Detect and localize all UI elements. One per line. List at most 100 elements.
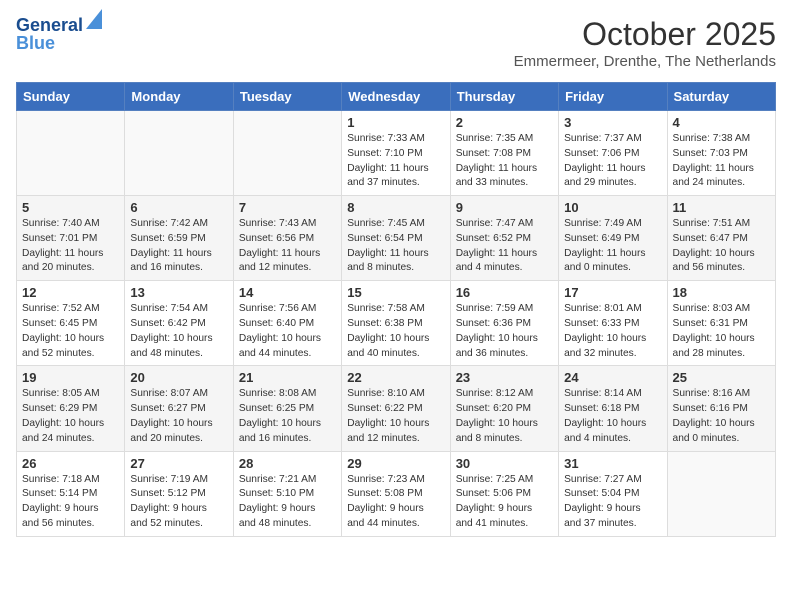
table-row: 7 Sunrise: 7:43 AM Sunset: 6:56 PM Daylig… — [233, 196, 341, 281]
calendar-title-block: October 2025 Emmermeer, Drenthe, The Net… — [514, 16, 776, 70]
day-info: Sunrise: 7:45 AM Sunset: 6:54 PM Dayligh… — [347, 217, 444, 276]
day-number: 9 — [456, 200, 553, 215]
day-info: Sunrise: 8:16 AM Sunset: 6:16 PM Dayligh… — [673, 387, 770, 446]
day-info: Sunrise: 8:05 AM Sunset: 6:29 PM Dayligh… — [22, 387, 119, 446]
day-info: Sunrise: 7:25 AM Sunset: 5:06 PM Dayligh… — [456, 473, 553, 532]
day-number: 11 — [673, 200, 770, 215]
table-row: 18Sunrise: 8:03 AM Sunset: 6:31 PM Dayli… — [667, 281, 775, 366]
table-row: 22 Sunrise: 8:10 AM Sunset: 6:22 PM Dayli… — [342, 366, 450, 451]
header-wednesday: Wednesday — [342, 83, 450, 111]
calendar-week-row: 26Sunrise: 7:18 AM Sunset: 5:14 PM Dayli… — [17, 451, 776, 536]
day-number: 15 — [347, 285, 444, 300]
table-row: 28 Sunrise: 7:21 AM Sunset: 5:10 PM Dayli… — [233, 451, 341, 536]
table-row: 31 Sunrise: 7:27 AM Sunset: 5:04 PM Dayli… — [559, 451, 667, 536]
day-info: Sunrise: 7:54 AM Sunset: 6:42 PM Dayligh… — [130, 302, 227, 361]
calendar-week-row: 19 Sunrise: 8:05 AM Sunset: 6:29 PM Dayli… — [17, 366, 776, 451]
header-monday: Monday — [125, 83, 233, 111]
table-row: 16 Sunrise: 7:59 AM Sunset: 6:36 PM Dayli… — [450, 281, 558, 366]
day-number: 8 — [347, 200, 444, 215]
day-number: 16 — [456, 285, 553, 300]
day-info: Sunrise: 7:43 AM Sunset: 6:56 PM Dayligh… — [239, 217, 336, 276]
calendar-week-row: 12 Sunrise: 7:52 AM Sunset: 6:45 PM Dayli… — [17, 281, 776, 366]
day-number: 20 — [130, 370, 227, 385]
day-number: 7 — [239, 200, 336, 215]
day-number: 2 — [456, 115, 553, 130]
calendar-header-row: Sunday Monday Tuesday Wednesday Thursday… — [17, 83, 776, 111]
day-info: Sunrise: 8:01 AM Sunset: 6:33 PM Dayligh… — [564, 302, 661, 361]
table-row: 6Sunrise: 7:42 AM Sunset: 6:59 PM Daylig… — [125, 196, 233, 281]
day-number: 22 — [347, 370, 444, 385]
day-number: 23 — [456, 370, 553, 385]
day-info: Sunrise: 7:35 AM Sunset: 7:08 PM Dayligh… — [456, 132, 553, 191]
day-info: Sunrise: 7:47 AM Sunset: 6:52 PM Dayligh… — [456, 217, 553, 276]
day-number: 3 — [564, 115, 661, 130]
table-row: 23 Sunrise: 8:12 AM Sunset: 6:20 PM Dayli… — [450, 366, 558, 451]
table-row: 17 Sunrise: 8:01 AM Sunset: 6:33 PM Dayli… — [559, 281, 667, 366]
day-number: 29 — [347, 456, 444, 471]
table-row: 11 Sunrise: 7:51 AM Sunset: 6:47 PM Dayli… — [667, 196, 775, 281]
table-row: 9 Sunrise: 7:47 AM Sunset: 6:52 PM Daylig… — [450, 196, 558, 281]
day-info: Sunrise: 7:52 AM Sunset: 6:45 PM Dayligh… — [22, 302, 119, 361]
table-row: 20Sunrise: 8:07 AM Sunset: 6:27 PM Dayli… — [125, 366, 233, 451]
table-row: 24 Sunrise: 8:14 AM Sunset: 6:18 PM Dayli… — [559, 366, 667, 451]
table-row: 13 Sunrise: 7:54 AM Sunset: 6:42 PM Dayli… — [125, 281, 233, 366]
day-info: Sunrise: 8:12 AM Sunset: 6:20 PM Dayligh… — [456, 387, 553, 446]
day-info: Sunrise: 7:27 AM Sunset: 5:04 PM Dayligh… — [564, 473, 661, 532]
table-row: 25 Sunrise: 8:16 AM Sunset: 6:16 PM Dayli… — [667, 366, 775, 451]
calendar-table: Sunday Monday Tuesday Wednesday Thursday… — [16, 82, 776, 537]
logo-text-line2: Blue — [16, 34, 55, 54]
logo: General Blue — [16, 16, 102, 54]
day-info: Sunrise: 8:08 AM Sunset: 6:25 PM Dayligh… — [239, 387, 336, 446]
day-number: 27 — [130, 456, 227, 471]
day-number: 17 — [564, 285, 661, 300]
table-row: 12 Sunrise: 7:52 AM Sunset: 6:45 PM Dayli… — [17, 281, 125, 366]
table-row: 27Sunrise: 7:19 AM Sunset: 5:12 PM Dayli… — [125, 451, 233, 536]
day-number: 31 — [564, 456, 661, 471]
day-number: 21 — [239, 370, 336, 385]
day-info: Sunrise: 7:42 AM Sunset: 6:59 PM Dayligh… — [130, 217, 227, 276]
day-info: Sunrise: 7:49 AM Sunset: 6:49 PM Dayligh… — [564, 217, 661, 276]
day-number: 10 — [564, 200, 661, 215]
day-info: Sunrise: 8:14 AM Sunset: 6:18 PM Dayligh… — [564, 387, 661, 446]
table-row: 26Sunrise: 7:18 AM Sunset: 5:14 PM Dayli… — [17, 451, 125, 536]
table-row — [17, 111, 125, 196]
header-thursday: Thursday — [450, 83, 558, 111]
day-number: 28 — [239, 456, 336, 471]
day-number: 14 — [239, 285, 336, 300]
day-info: Sunrise: 8:10 AM Sunset: 6:22 PM Dayligh… — [347, 387, 444, 446]
calendar-week-row: 1Sunrise: 7:33 AM Sunset: 7:10 PM Daylig… — [17, 111, 776, 196]
table-row: 29Sunrise: 7:23 AM Sunset: 5:08 PM Dayli… — [342, 451, 450, 536]
day-number: 1 — [347, 115, 444, 130]
table-row: 4 Sunrise: 7:38 AM Sunset: 7:03 PM Daylig… — [667, 111, 775, 196]
calendar-week-row: 5 Sunrise: 7:40 AM Sunset: 7:01 PM Daylig… — [17, 196, 776, 281]
table-row: 15 Sunrise: 7:58 AM Sunset: 6:38 PM Dayli… — [342, 281, 450, 366]
table-row: 30 Sunrise: 7:25 AM Sunset: 5:06 PM Dayli… — [450, 451, 558, 536]
day-info: Sunrise: 7:21 AM Sunset: 5:10 PM Dayligh… — [239, 473, 336, 532]
day-number: 30 — [456, 456, 553, 471]
calendar-title: October 2025 — [514, 16, 776, 53]
day-number: 25 — [673, 370, 770, 385]
day-info: Sunrise: 7:56 AM Sunset: 6:40 PM Dayligh… — [239, 302, 336, 361]
day-number: 24 — [564, 370, 661, 385]
day-number: 12 — [22, 285, 119, 300]
table-row: 14 Sunrise: 7:56 AM Sunset: 6:40 PM Dayli… — [233, 281, 341, 366]
table-row: 19 Sunrise: 8:05 AM Sunset: 6:29 PM Dayli… — [17, 366, 125, 451]
calendar-subtitle: Emmermeer, Drenthe, The Netherlands — [514, 53, 776, 70]
day-info: Sunrise: 7:58 AM Sunset: 6:38 PM Dayligh… — [347, 302, 444, 361]
day-info: Sunrise: 7:51 AM Sunset: 6:47 PM Dayligh… — [673, 217, 770, 276]
day-info: Sunrise: 7:38 AM Sunset: 7:03 PM Dayligh… — [673, 132, 770, 191]
table-row — [233, 111, 341, 196]
day-info: Sunrise: 7:59 AM Sunset: 6:36 PM Dayligh… — [456, 302, 553, 361]
day-info: Sunrise: 7:40 AM Sunset: 7:01 PM Dayligh… — [22, 217, 119, 276]
table-row: 5 Sunrise: 7:40 AM Sunset: 7:01 PM Daylig… — [17, 196, 125, 281]
table-row — [667, 451, 775, 536]
day-number: 4 — [673, 115, 770, 130]
header-sunday: Sunday — [17, 83, 125, 111]
day-number: 26 — [22, 456, 119, 471]
day-number: 19 — [22, 370, 119, 385]
table-row: 8 Sunrise: 7:45 AM Sunset: 6:54 PM Daylig… — [342, 196, 450, 281]
day-number: 13 — [130, 285, 227, 300]
day-number: 5 — [22, 200, 119, 215]
table-row: 2 Sunrise: 7:35 AM Sunset: 7:08 PM Daylig… — [450, 111, 558, 196]
table-row: 21 Sunrise: 8:08 AM Sunset: 6:25 PM Dayli… — [233, 366, 341, 451]
